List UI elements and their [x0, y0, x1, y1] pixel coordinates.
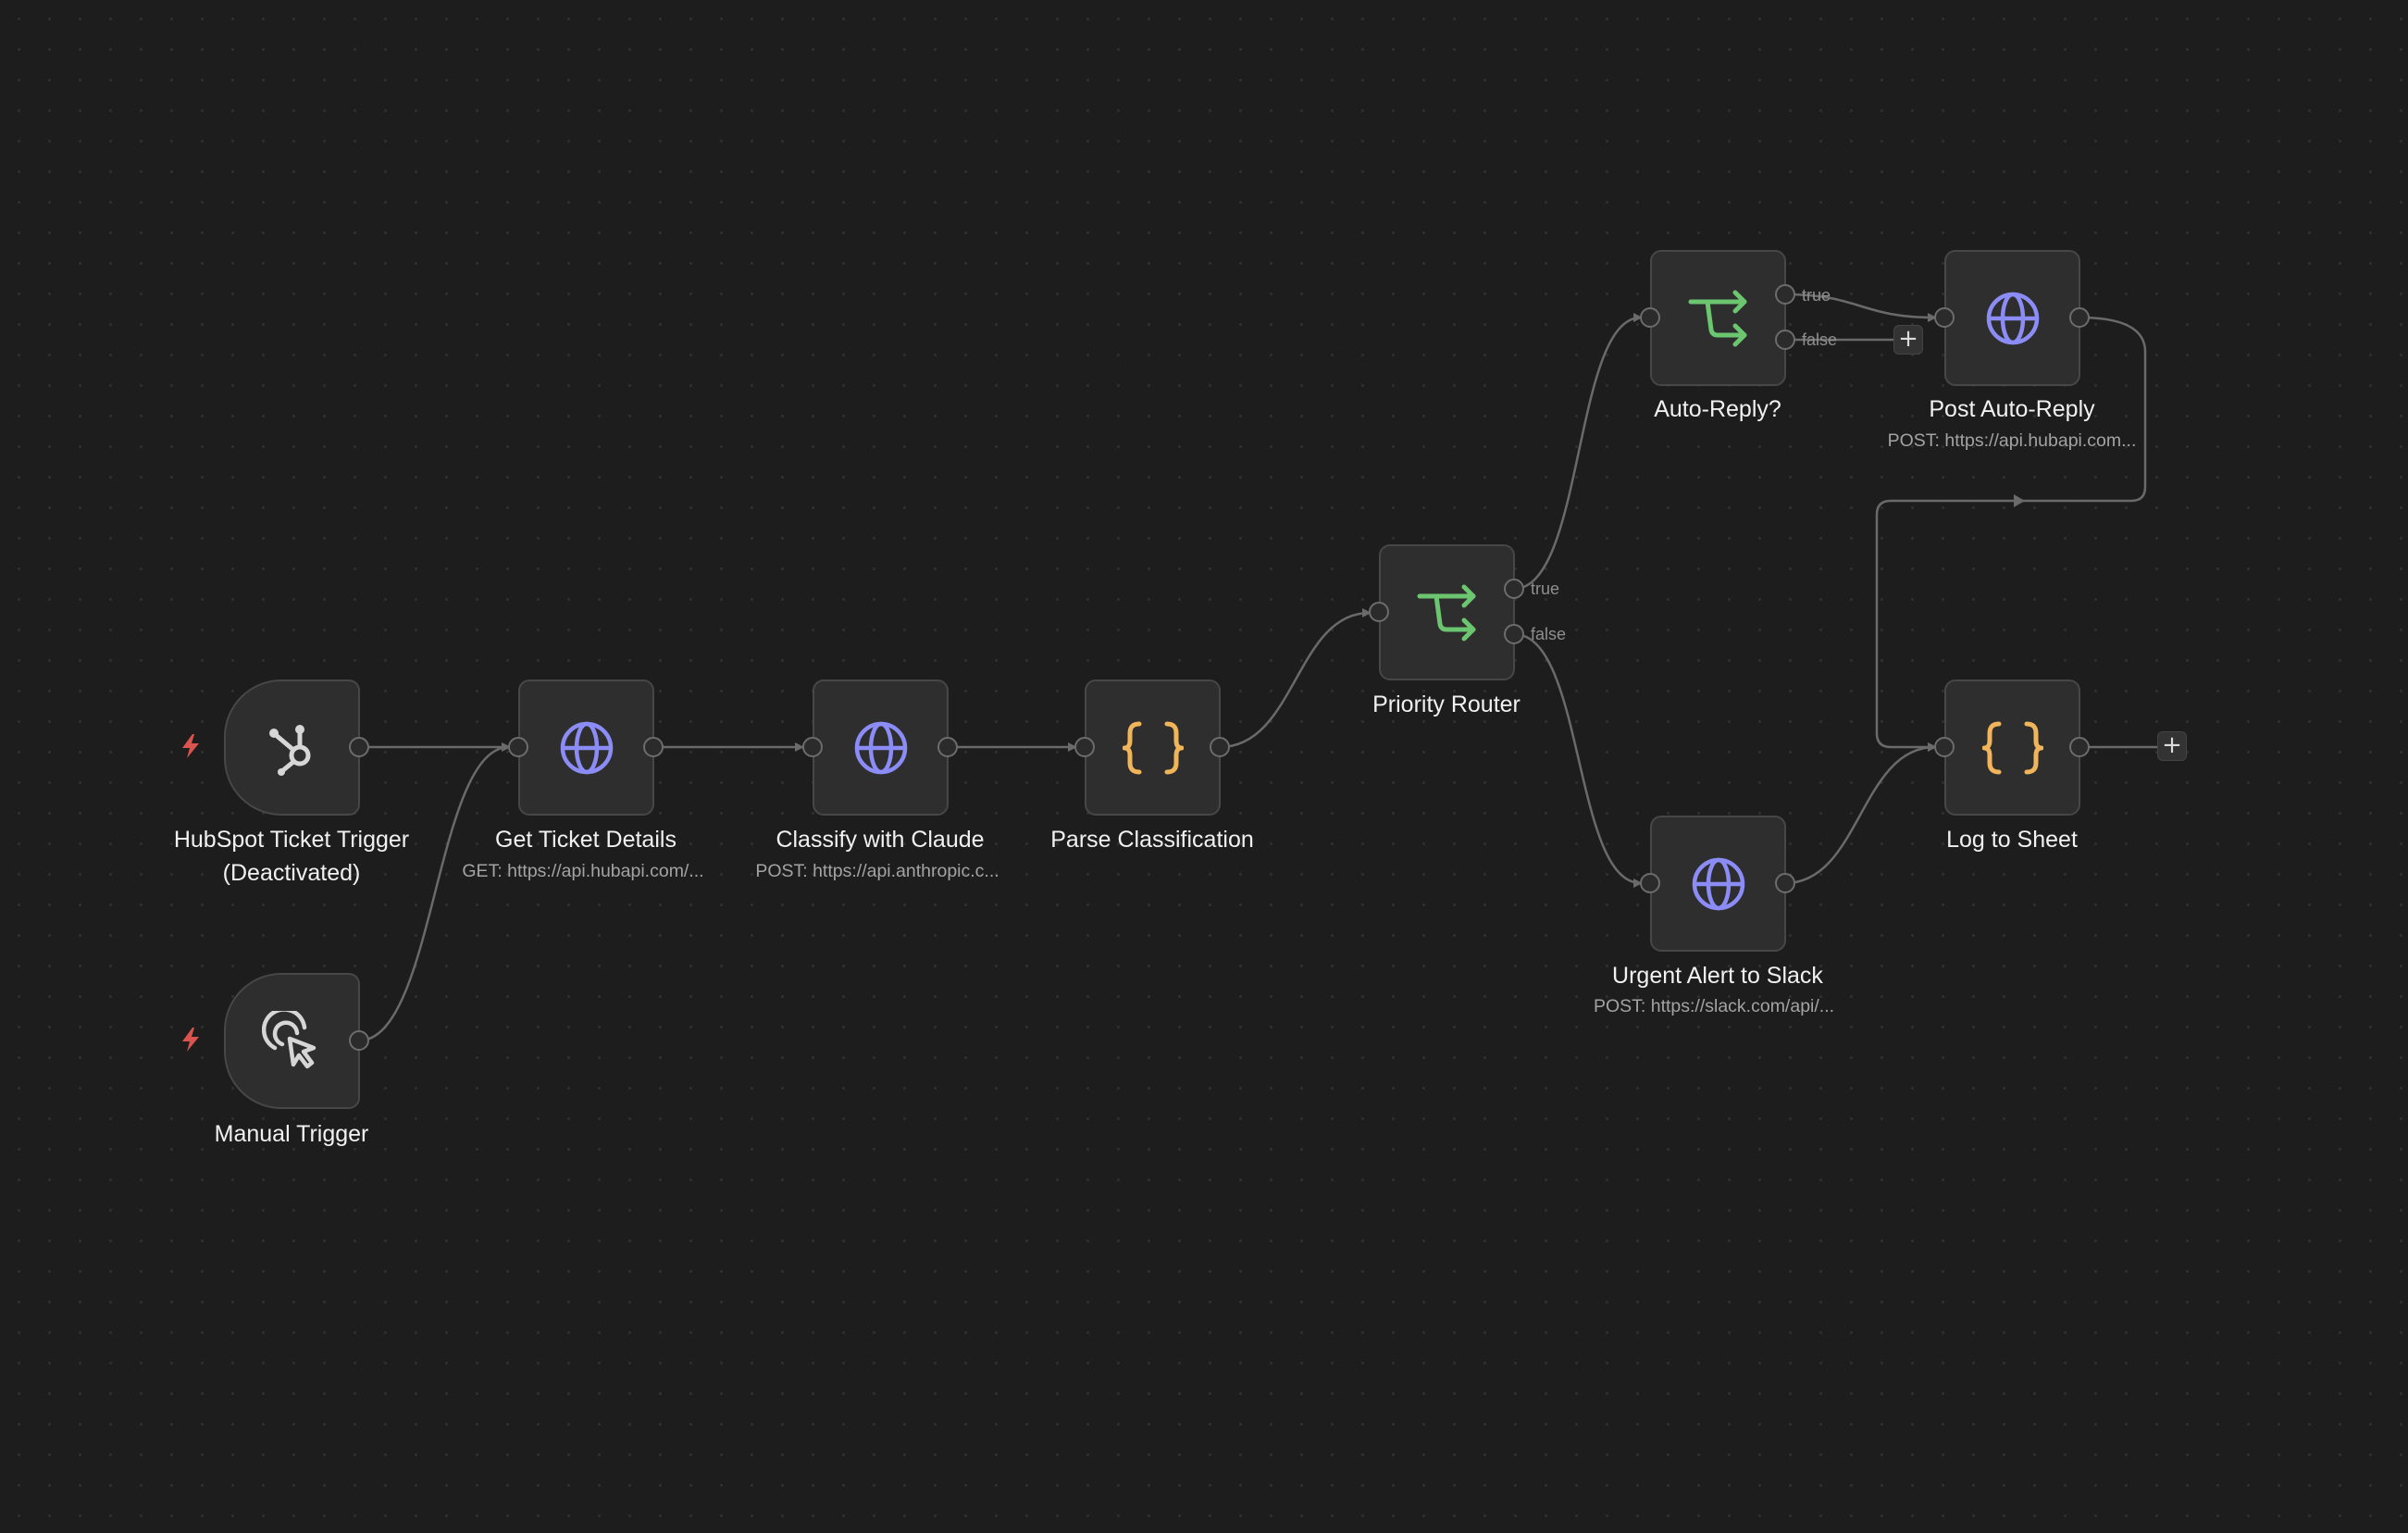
node-log-to-sheet[interactable] — [1944, 679, 2080, 816]
code-braces-icon — [1122, 721, 1184, 774]
trigger-bolt-icon — [182, 734, 199, 758]
node-hubspot-ticket-trigger[interactable] — [224, 679, 360, 816]
node-classify-with-claude[interactable] — [813, 679, 949, 816]
node-post-auto-reply[interactable] — [1944, 250, 2080, 386]
add-node-button[interactable]: + — [2157, 731, 2187, 761]
globe-icon — [560, 721, 613, 774]
edge-manual-to-get-ticket[interactable] — [358, 742, 511, 1042]
node-auto-reply[interactable] — [1650, 250, 1786, 386]
node-get-ticket-details[interactable] — [518, 679, 654, 816]
node-label: Manual Trigger — [214, 1121, 369, 1147]
loop-arrow-marker — [2014, 494, 2025, 507]
node-label: Get Ticket Details — [495, 827, 676, 853]
input-port[interactable] — [508, 737, 528, 757]
branch-label-false: false — [1802, 330, 1838, 349]
branch-icon — [1417, 584, 1475, 641]
node-urgent-alert-to-slack[interactable] — [1650, 816, 1786, 952]
output-port[interactable] — [2069, 307, 2090, 328]
node-label: Parse Classification — [1050, 827, 1254, 853]
input-port[interactable] — [1640, 873, 1660, 893]
node-manual-trigger[interactable] — [224, 973, 360, 1109]
edge-router-true-to-auto-reply[interactable] — [1513, 313, 1643, 591]
node-label: Classify with Claude — [776, 827, 985, 853]
output-port-true[interactable] — [1775, 284, 1795, 305]
input-port[interactable] — [1074, 737, 1095, 757]
output-port[interactable] — [2069, 737, 2090, 757]
input-port[interactable] — [802, 737, 823, 757]
globe-icon — [1986, 292, 2039, 344]
node-subtitle: POST: https://api.anthropic.c... — [755, 861, 999, 881]
output-port[interactable] — [937, 737, 958, 757]
branch-label-true: true — [1531, 580, 1560, 598]
node-priority-router[interactable] — [1379, 544, 1515, 680]
output-port-true[interactable] — [1504, 579, 1524, 599]
output-port[interactable] — [349, 1030, 369, 1051]
globe-icon — [1692, 857, 1744, 910]
trigger-bolt-icon — [182, 1028, 199, 1052]
node-label: Auto-Reply? — [1654, 396, 1781, 422]
branch-icon — [1688, 290, 1746, 346]
output-port[interactable] — [349, 737, 369, 757]
input-port[interactable] — [1640, 307, 1660, 328]
node-label: Post Auto-Reply — [1929, 396, 2095, 422]
edge-router-false-to-slack[interactable] — [1513, 632, 1643, 888]
node-label: HubSpot Ticket Trigger — [173, 827, 410, 853]
workflow-canvas[interactable]: HubSpot Ticket Trigger (Deactivated) Man… — [0, 0, 2408, 1533]
output-port[interactable] — [1210, 737, 1230, 757]
globe-icon — [854, 721, 907, 774]
input-port[interactable] — [1934, 307, 1955, 328]
node-label: Urgent Alert to Slack — [1612, 963, 1823, 989]
output-port-false[interactable] — [1504, 624, 1524, 644]
edge-slack-to-log[interactable] — [1784, 742, 1937, 885]
add-node-button[interactable]: + — [1893, 325, 1923, 355]
code-braces-icon — [1981, 721, 2043, 774]
pointer-click-icon — [261, 1010, 316, 1068]
input-port[interactable] — [1369, 602, 1389, 622]
node-label: Log to Sheet — [1946, 827, 2078, 853]
branch-label-false: false — [1531, 625, 1567, 643]
node-label: Priority Router — [1372, 692, 1521, 717]
edge-parse-to-router[interactable] — [1219, 608, 1372, 749]
output-port[interactable] — [1775, 873, 1795, 893]
node-subtitle: POST: https://api.hubapi.com... — [1887, 430, 2137, 451]
output-port[interactable] — [643, 737, 664, 757]
branch-label-true: true — [1802, 286, 1831, 305]
node-parse-classification[interactable] — [1085, 679, 1221, 816]
input-port[interactable] — [1934, 737, 1955, 757]
hubspot-icon — [268, 724, 310, 776]
node-subtitle: GET: https://api.hubapi.com/... — [462, 861, 704, 881]
node-subtitle: POST: https://slack.com/api/... — [1593, 996, 1835, 1016]
output-port-false[interactable] — [1775, 330, 1795, 350]
node-label-status: (Deactivated) — [222, 860, 361, 886]
